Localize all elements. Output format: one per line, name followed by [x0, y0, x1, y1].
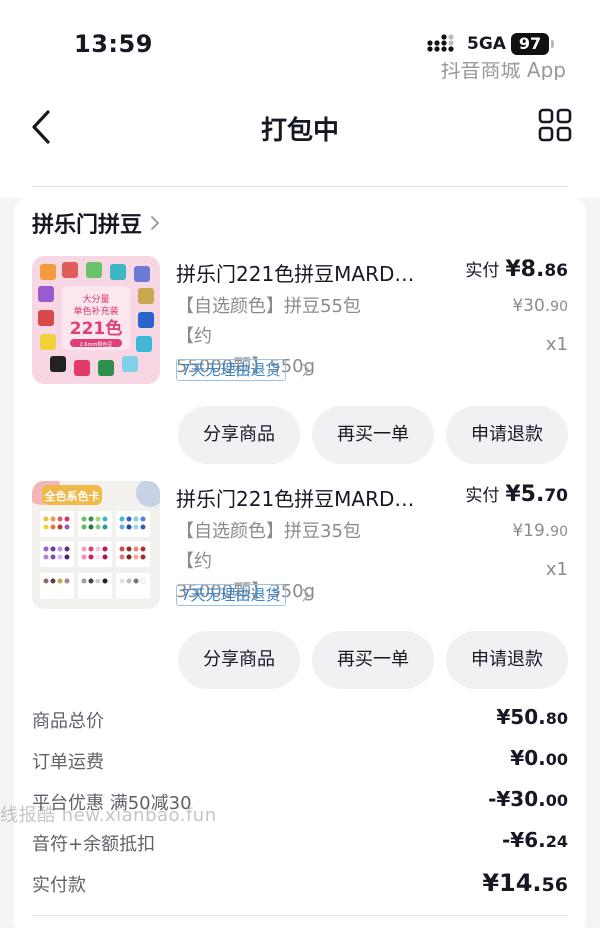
summary-amount: -¥6.	[502, 828, 546, 852]
network-type: 5GA	[467, 34, 506, 54]
nav-bar: 打包中	[0, 90, 600, 198]
original-amount: ¥19.	[512, 521, 551, 541]
summary-decimal: 24	[545, 832, 568, 851]
order-item: 大分量 单色补充装 221色 2.6mm颗色豆 拼乐门221色拼豆MARD… 实…	[14, 256, 586, 476]
summary-amount: ¥50.	[496, 705, 546, 729]
grid-menu-icon[interactable]	[538, 108, 572, 142]
share-product-button[interactable]: 分享商品	[178, 631, 300, 689]
battery-tip	[551, 40, 554, 48]
summary-decimal: 80	[545, 709, 568, 728]
buy-again-button[interactable]: 再买一单	[312, 406, 434, 464]
chevron-right-icon	[302, 363, 310, 377]
summary-amount: ¥14.	[482, 869, 542, 897]
original-decimal: 90	[550, 524, 568, 540]
request-refund-button[interactable]: 申请退款	[446, 631, 568, 689]
chevron-right-icon	[302, 588, 310, 602]
summary-decimal: 00	[545, 791, 568, 810]
summary-label: 音符+余额抵扣	[32, 834, 156, 855]
summary-value: ¥14.56	[482, 869, 568, 897]
product-name[interactable]: 拼乐门221色拼豆MARD…	[176, 258, 448, 287]
signal-icon	[427, 34, 454, 52]
quantity: x1	[545, 334, 568, 355]
share-product-button[interactable]: 分享商品	[178, 406, 300, 464]
spec-line: 【自选颜色】拼豆35包【约	[176, 521, 361, 572]
summary-label: 订单运费	[32, 752, 104, 773]
shop-name: 拼乐门拼豆	[32, 213, 143, 238]
paid-label: 实付	[465, 486, 500, 506]
paid-price: 实付 ¥5.70	[465, 481, 568, 507]
product-thumbnail[interactable]: 大分量 单色补充装 221色 2.6mm颗色豆	[32, 256, 160, 384]
product-thumbnail[interactable]: 全色系色卡	[32, 481, 160, 609]
summary-decimal: 00	[545, 750, 568, 769]
original-amount: ¥30.	[512, 296, 551, 316]
product-image: 全色系色卡	[32, 481, 160, 609]
product-name[interactable]: 拼乐门221色拼豆MARD…	[176, 483, 448, 512]
thumb-caption: 221色	[70, 318, 123, 339]
quantity: x1	[545, 559, 568, 580]
shop-header[interactable]: 拼乐门拼豆	[32, 207, 160, 239]
summary-row-subtotal: 商品总价 ¥50.80	[14, 701, 586, 742]
summary-value: ¥0.00	[510, 746, 568, 770]
clock: 13:59	[74, 30, 153, 58]
product-image: 大分量 单色补充装 221色 2.6mm颗色豆	[32, 256, 160, 384]
summary-row-deduction: 音符+余额抵扣 -¥6.24	[14, 824, 586, 865]
summary-value: -¥30.00	[488, 787, 568, 811]
summary-value: ¥50.80	[496, 705, 568, 729]
thumb-caption: 2.6mm颗色豆	[80, 341, 113, 348]
paid-label: 实付	[465, 261, 500, 281]
return-policy-tag[interactable]: 7天无理由退货	[176, 359, 286, 381]
paid-amount: ¥5.	[505, 482, 545, 507]
page-title: 打包中	[260, 116, 339, 146]
app-hint-text: 抖音商城 App	[440, 62, 566, 80]
order-item: 全色系色卡 拼乐门221色拼豆MARD… 实付 ¥5.70 【自选颜色】拼豆35…	[14, 481, 586, 701]
spec-line: 【自选颜色】拼豆55包【约	[176, 296, 361, 347]
summary-row-total: 实付款 ¥14.56	[14, 865, 586, 906]
paid-price: 实付 ¥8.86	[465, 256, 568, 282]
divider	[32, 186, 568, 187]
return-policy-tag[interactable]: 7天无理由退货	[176, 584, 286, 606]
summary-value: -¥6.24	[502, 828, 568, 852]
paid-decimal: 70	[544, 486, 568, 506]
summary-amount: ¥0.	[510, 746, 546, 770]
paid-decimal: 86	[544, 261, 568, 281]
original-price: ¥19.90	[512, 521, 568, 541]
summary-decimal: 56	[541, 874, 568, 896]
chevron-right-icon	[151, 216, 160, 230]
paid-amount: ¥8.	[505, 257, 545, 282]
summary-label: 商品总价	[32, 711, 104, 732]
buy-again-button[interactable]: 再买一单	[312, 631, 434, 689]
thumb-caption: 全色系色卡	[44, 489, 100, 503]
original-price: ¥30.90	[512, 296, 568, 316]
divider	[32, 915, 568, 916]
thumb-caption: 单色补充装	[73, 305, 118, 317]
battery-icon: 97	[511, 33, 549, 55]
summary-row-shipping: 订单运费 ¥0.00	[14, 742, 586, 783]
summary-label: 实付款	[32, 875, 86, 896]
thumb-caption: 大分量	[82, 293, 109, 305]
summary-amount: -¥30.	[488, 787, 546, 811]
original-decimal: 90	[550, 299, 568, 315]
watermark: 线报酷 new.xianbao.fun	[0, 805, 217, 826]
request-refund-button[interactable]: 申请退款	[446, 406, 568, 464]
